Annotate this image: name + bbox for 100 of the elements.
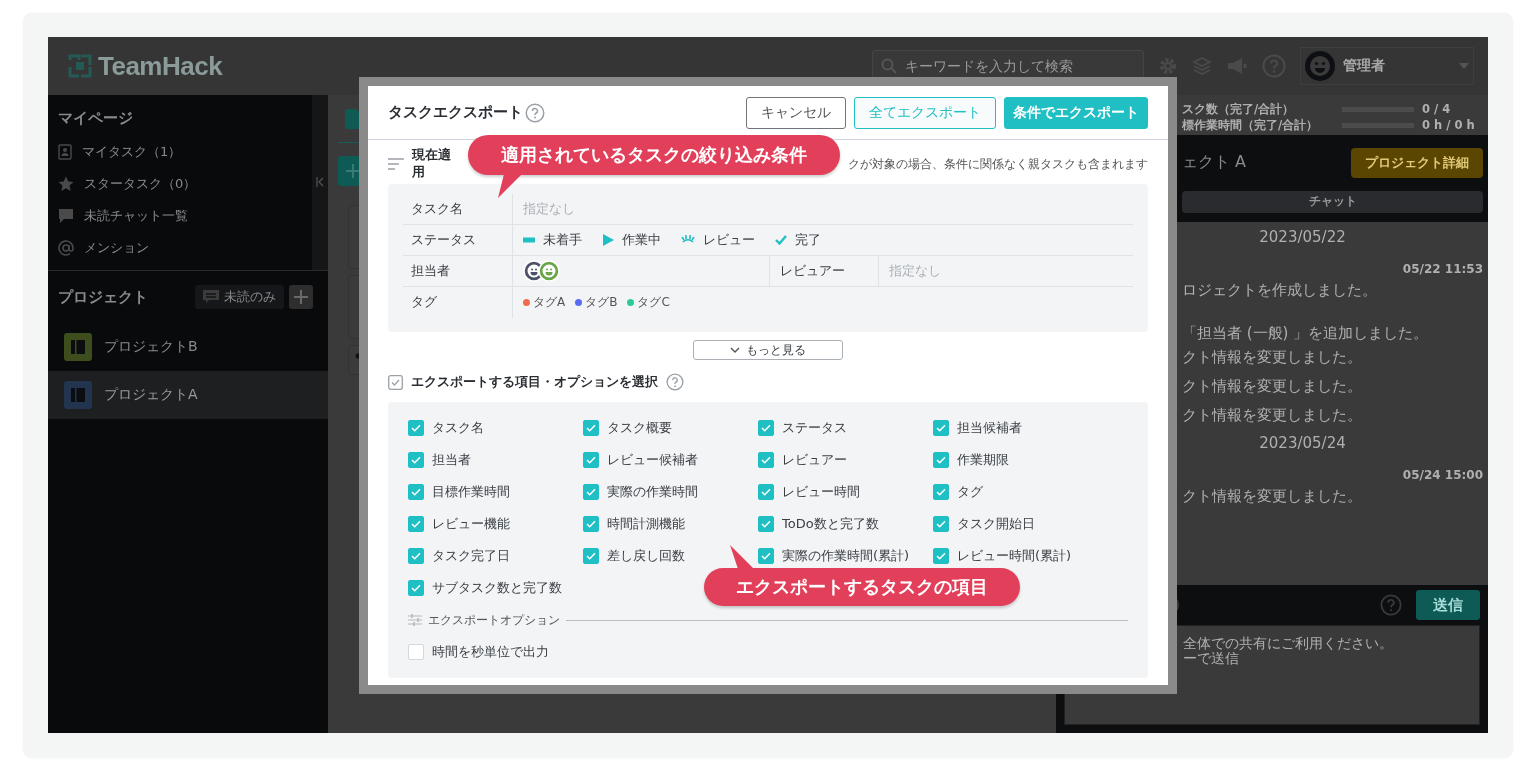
collapse-icon[interactable] <box>316 177 324 187</box>
filter-value: 指定なし <box>523 200 575 218</box>
caret-icon[interactable] <box>1459 63 1469 69</box>
tag-label: タグA <box>533 294 566 311</box>
checkbox-label: タグ <box>957 483 983 501</box>
project-name: ェクト A <box>1182 152 1247 173</box>
checkbox[interactable] <box>408 484 424 500</box>
checkbox[interactable] <box>758 484 774 500</box>
show-more-button[interactable]: もっと見る <box>693 340 843 360</box>
checkbox-label: 差し戻し回数 <box>607 547 685 565</box>
help-icon[interactable] <box>525 102 545 123</box>
dialog-button[interactable]: キャンセル <box>746 96 846 129</box>
checkbox[interactable] <box>408 644 424 660</box>
date-divider: 2023/05/22 <box>1259 228 1346 246</box>
status-label: 未着手 <box>543 231 582 249</box>
checkbox[interactable] <box>933 452 949 468</box>
sidebar-item[interactable]: メンション <box>58 232 302 264</box>
chat-message: 「担当者 (一般) 」を追加しました。 <box>1182 324 1429 343</box>
project-item[interactable]: プロジェクトA <box>48 371 328 419</box>
checkbox[interactable] <box>933 420 949 436</box>
checkbox[interactable] <box>933 516 949 532</box>
stat-label: 標作業時間（完了/合計） <box>1182 117 1320 133</box>
project-item[interactable]: プロジェクトB <box>48 323 328 371</box>
options-heading: エクスポートオプション <box>428 611 560 629</box>
checkbox[interactable] <box>583 484 599 500</box>
check-icon <box>775 235 787 245</box>
avatar-icon[interactable] <box>1305 51 1335 81</box>
at-sign-icon <box>58 240 74 256</box>
date-divider: 2023/05/24 <box>1259 434 1346 452</box>
checkbox[interactable] <box>583 420 599 436</box>
checkbox-label: 作業期限 <box>957 451 1009 469</box>
filter-label: ステータス <box>403 225 513 255</box>
help-icon[interactable] <box>1380 594 1402 616</box>
checkmark-icon <box>936 552 946 560</box>
filter-value: 指定なし <box>889 262 941 280</box>
status-label: レビュー <box>703 231 755 249</box>
checkbox[interactable] <box>583 516 599 532</box>
document-person-icon <box>58 144 72 160</box>
checkbox-label: 時間計測機能 <box>607 515 685 533</box>
checkbox[interactable] <box>758 420 774 436</box>
checkmark-icon <box>936 520 946 528</box>
section-note: クが対象の場合、条件に関係なく親タスクも含まれます <box>848 156 1148 172</box>
checkbox[interactable] <box>758 548 774 564</box>
checkbox-label: 担当者 <box>432 451 471 469</box>
sidebar-item[interactable]: マイタスク（1） <box>58 136 302 168</box>
send-button[interactable]: 送信 <box>1416 590 1480 620</box>
checkbox[interactable] <box>408 516 424 532</box>
section-heading: エクスポートする項目・オプションを選択 <box>411 373 658 391</box>
tag-label: タグC <box>637 294 670 311</box>
checkbox[interactable] <box>758 516 774 532</box>
checkbox[interactable] <box>933 484 949 500</box>
checkbox-label: レビュー候補者 <box>607 451 698 469</box>
stat-label: スク数（完了/合計） <box>1182 101 1296 117</box>
checkbox-label: タスク名 <box>432 419 484 437</box>
chat-message: クト情報を変更しました。 <box>1182 406 1362 425</box>
checkbox[interactable] <box>408 548 424 564</box>
chat-bubble-icon <box>58 208 74 224</box>
checkbox-label: レビュアー <box>782 451 847 469</box>
checkbox[interactable] <box>408 420 424 436</box>
status-label: 作業中 <box>622 231 661 249</box>
checkbox[interactable] <box>933 548 949 564</box>
checkbox[interactable] <box>408 580 424 596</box>
checkmark-icon <box>411 456 421 464</box>
chat-message: ロジェクトを作成しました。 <box>1182 281 1377 300</box>
chat-message: クト情報を変更しました。 <box>1182 348 1362 367</box>
review-icon <box>681 235 695 245</box>
checkbox[interactable] <box>583 548 599 564</box>
project-detail-button[interactable]: プロジェクト詳細 <box>1351 147 1483 178</box>
search-icon <box>881 58 897 74</box>
checkmark-icon <box>761 552 771 560</box>
star-icon <box>58 176 74 192</box>
tag-label: タグB <box>585 294 618 311</box>
checkbox[interactable] <box>408 452 424 468</box>
checkbox-label: タスク完了日 <box>432 547 510 565</box>
checkbox-icon <box>388 374 403 390</box>
checkbox[interactable] <box>583 452 599 468</box>
unread-only-button[interactable]: 未読のみ <box>195 285 284 309</box>
filter-label: タグ <box>403 287 513 318</box>
sliders-icon <box>408 614 422 626</box>
sidebar-item[interactable]: 未読チャット一覧 <box>58 200 302 232</box>
checkmark-icon <box>936 488 946 496</box>
add-project-button[interactable] <box>289 285 313 309</box>
help-icon[interactable] <box>666 373 684 391</box>
checkmark-icon <box>411 584 421 592</box>
checkbox-label: ToDo数と完了数 <box>782 515 879 533</box>
checkmark-icon <box>586 488 596 496</box>
chat-icon <box>203 290 219 304</box>
checkbox-label: タスク開始日 <box>957 515 1035 533</box>
checkbox-label: レビュー時間 <box>782 483 860 501</box>
checkmark-icon <box>411 520 421 528</box>
checkbox[interactable] <box>758 452 774 468</box>
status-label: 完了 <box>795 231 821 249</box>
checkmark-icon <box>761 520 771 528</box>
play-icon <box>602 234 614 246</box>
settings-icon[interactable] <box>1158 56 1178 76</box>
sidebar-item[interactable]: スタータスク（0） <box>58 168 302 200</box>
checkmark-icon <box>586 424 596 432</box>
checkmark-icon <box>936 456 946 464</box>
chat-tab[interactable]: チャット <box>1182 190 1483 213</box>
checkbox-label: ステータス <box>782 419 847 437</box>
